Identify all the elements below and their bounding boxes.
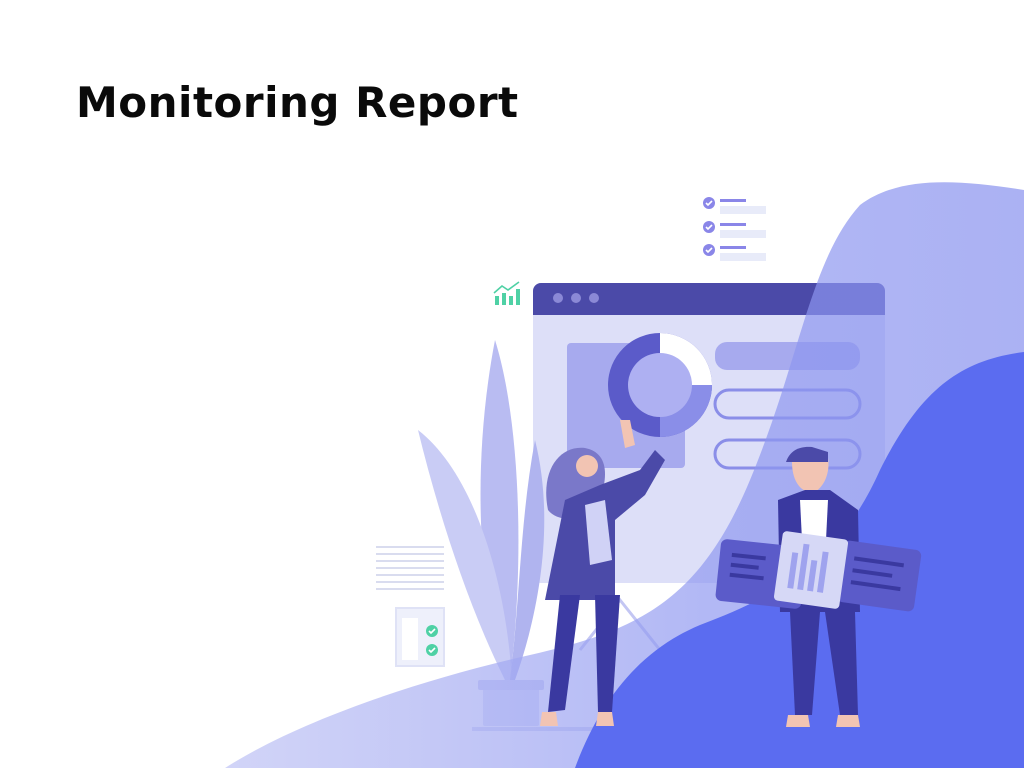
checkbox-icon bbox=[395, 607, 445, 667]
checklist-icon bbox=[703, 197, 766, 261]
bar-chart-icon bbox=[493, 281, 520, 305]
document-lines bbox=[376, 546, 444, 590]
page-title: Monitoring Report bbox=[76, 78, 519, 127]
